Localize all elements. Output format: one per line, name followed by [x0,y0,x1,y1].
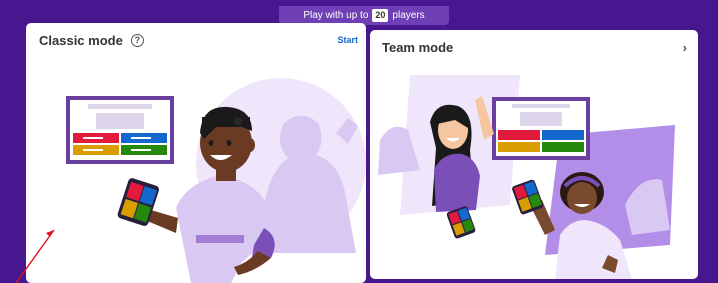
classic-mode-card[interactable]: Classic mode ? Start [26,23,366,283]
team-mode-title-row: Team mode [382,40,453,55]
question-circle-icon[interactable]: ? [130,34,144,47]
banner-prefix: Play with up to [303,10,369,21]
start-classic-button[interactable]: Start [337,35,358,45]
classic-mode-illustration [66,78,366,283]
chevron-right-icon[interactable]: › [683,40,687,55]
classic-mode-title: Classic mode [39,33,123,48]
background-edge [0,0,26,283]
team-mode-title: Team mode [382,40,454,55]
player-count-badge: 20 [372,9,389,22]
banner-suffix: players [392,10,425,21]
team-mode-illustration [378,75,675,279]
classic-mode-title-row: Classic mode ? [39,33,144,48]
team-mode-card[interactable]: Team mode › [370,30,698,279]
